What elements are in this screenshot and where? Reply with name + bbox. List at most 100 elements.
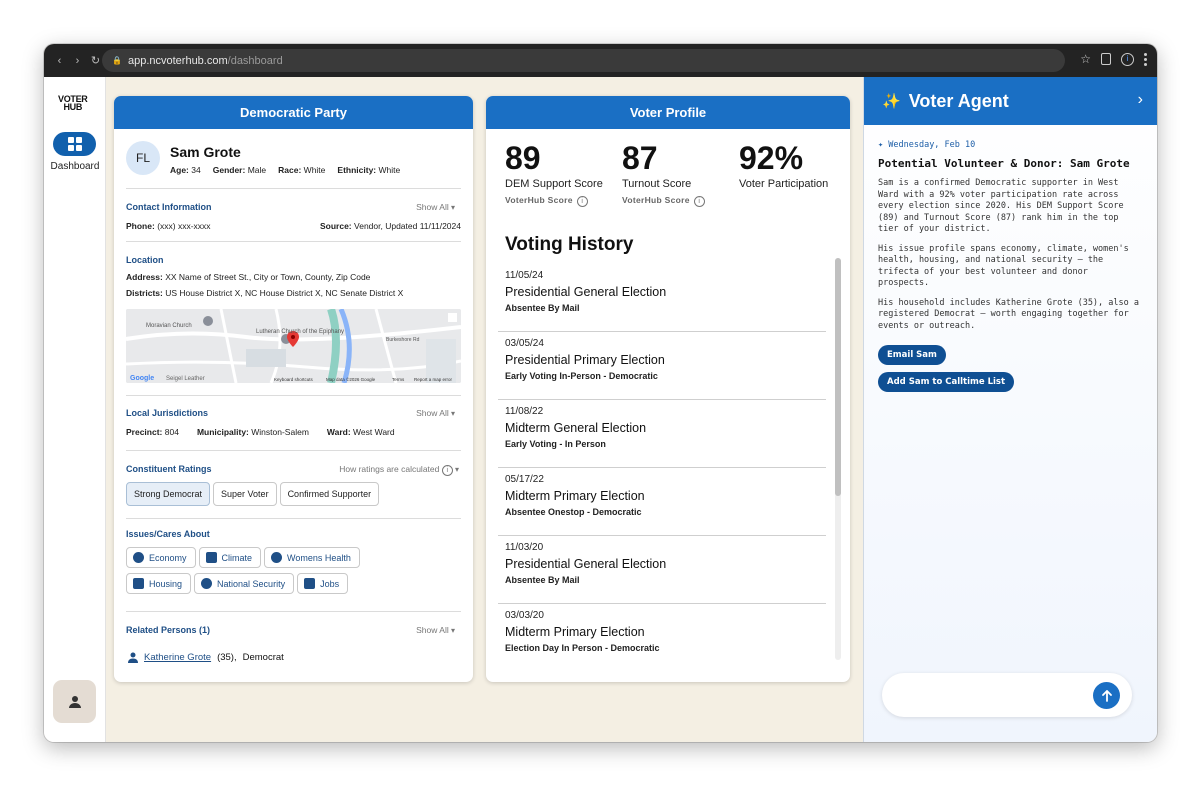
jurisdictions-row: Precinct: 804 Municipality: Winston-Sale…: [126, 427, 395, 437]
briefcase-icon: [304, 578, 316, 589]
voter-avatar: FL: [126, 141, 160, 175]
rating-super-voter[interactable]: Super Voter: [213, 482, 277, 506]
divider: [126, 188, 461, 189]
user-account-button[interactable]: [53, 680, 96, 723]
issue-womens-health[interactable]: Womens Health: [264, 547, 360, 568]
history-item: 05/17/22 Midterm Primary Election Absentee…: [498, 468, 826, 536]
map-footer-report[interactable]: Report a map error: [414, 377, 453, 382]
party-card: Democratic Party FL Sam Grote Age: 34 Ge…: [114, 96, 473, 682]
sidepanel-icon[interactable]: [1101, 53, 1111, 65]
forward-icon[interactable]: ›: [70, 55, 85, 67]
issue-climate[interactable]: Climate: [198, 547, 262, 568]
jurisdictions-section: Local Jurisdictions Show All Precinct: 8…: [126, 408, 461, 437]
score-source: VoterHub Score i: [505, 195, 603, 207]
agent-header: ✨ Voter Agent ›: [864, 77, 1157, 125]
map-label-church2: Lutheran Church of the Epiphany: [256, 329, 344, 335]
voter-participation: 92% Voter Participation: [739, 140, 828, 190]
map-label-church1: Moravian Church: [146, 323, 192, 329]
voter-agent-panel: ✨ Voter Agent › ✦ Wednesday, Feb 10 Pote…: [863, 77, 1157, 742]
divider: [126, 611, 461, 612]
related-person: Katherine Grote (35), Democrat: [128, 652, 284, 663]
divider: [126, 518, 461, 519]
voting-history-title: Voting History: [505, 234, 634, 255]
back-icon[interactable]: ‹: [52, 55, 67, 67]
map-footer-shortcuts[interactable]: Keyboard shortcuts: [274, 377, 314, 382]
jurisdictions-show-all[interactable]: Show All: [416, 408, 455, 418]
related-person-link[interactable]: Katherine Grote: [144, 652, 211, 663]
send-button[interactable]: [1093, 682, 1120, 709]
related-person-party: Democrat: [242, 652, 284, 663]
add-to-calltime-button[interactable]: Add Sam to Calltime List: [878, 372, 1015, 392]
rating-strong-democrat[interactable]: Strong Democrat: [126, 482, 211, 506]
dem-support-score: 89 DEM Support Score VoterHub Score i: [505, 140, 603, 207]
voterhub-logo[interactable]: VOTER HUB: [58, 95, 88, 112]
browser-window: ‹ › ↻ 🔒 app.ncvoterhub.com/dashboard ☆ i…: [44, 44, 1157, 742]
history-item: 11/03/20 Presidential General Election Abs…: [498, 536, 826, 604]
issue-economy[interactable]: Economy: [126, 547, 196, 568]
contact-show-all[interactable]: Show All: [416, 202, 455, 212]
rating-confirmed-supporter[interactable]: Confirmed Supporter: [279, 482, 380, 506]
municipality-value: Winston-Salem: [251, 427, 309, 437]
precinct-value: 804: [164, 427, 179, 437]
building-icon: [133, 578, 144, 589]
divider: [126, 241, 461, 242]
menu-icon[interactable]: [1144, 52, 1147, 66]
info-icon: i: [441, 465, 453, 476]
score-label: Turnout Score: [622, 178, 692, 190]
location-map[interactable]: Moravian Church Lutheran Church of the E…: [126, 309, 461, 383]
history-scrollbar[interactable]: [835, 258, 841, 660]
message-paragraph: Sam is a confirmed Democratic supporter …: [878, 178, 1124, 234]
url-path: /dashboard: [227, 54, 283, 67]
voter-profile-card: Voter Profile 89 DEM Support Score Voter…: [486, 96, 850, 682]
info-icon[interactable]: i: [576, 196, 588, 207]
issue-national-security[interactable]: National Security: [194, 573, 295, 594]
sparkle-icon: ✨: [882, 93, 901, 110]
collapse-chevron-icon[interactable]: ›: [1138, 91, 1143, 109]
scrollbar-thumb[interactable]: [835, 258, 841, 496]
issue-housing[interactable]: Housing: [126, 573, 192, 594]
score-value: 92%: [739, 140, 804, 176]
address-row: Address: XX Name of Street St., City or …: [126, 272, 371, 282]
map-label-road1: Burkeshore Rd: [386, 337, 420, 343]
divider: [126, 450, 461, 451]
demo-race: Race: White: [278, 165, 326, 175]
address-value: XX Name of Street St., City or Town, Cou…: [165, 272, 371, 282]
contact-title: Contact Information: [126, 202, 212, 212]
shield-icon: [201, 578, 213, 589]
issues-section: Issues/Cares About Economy Climate Womens …: [126, 529, 461, 599]
map-footer-terms[interactable]: Terms: [392, 377, 405, 382]
email-sam-button[interactable]: Email Sam: [878, 345, 946, 365]
map-fullscreen-icon[interactable]: [448, 313, 457, 322]
issues-list: Economy Climate Womens Health Housing Nation…: [126, 547, 396, 599]
ratings-list: Strong Democrat Super Voter Confirmed Supp…: [126, 482, 461, 506]
history-item: 03/05/24 Presidential Primary Election Ear…: [498, 332, 826, 400]
message-paragraph: His household includes Katherine Grote (…: [878, 297, 1139, 331]
extension-icon[interactable]: i: [1121, 52, 1134, 66]
score-label: DEM Support Score: [505, 178, 603, 190]
voting-history-list[interactable]: 11/05/24 Presidential General Election Abs…: [498, 264, 826, 660]
agent-title: Voter Agent: [908, 90, 1009, 111]
star-icon[interactable]: ☆: [1080, 52, 1091, 66]
phone-value: (xxx) xxx-xxxx: [157, 221, 211, 231]
message-date: ✦ Wednesday, Feb 10: [878, 140, 976, 150]
ratings-calc-link[interactable]: How ratings are calculated i: [339, 464, 459, 476]
dashboard-icon: [67, 137, 82, 151]
history-item: 11/05/24 Presidential General Election Abs…: [498, 264, 826, 332]
dashboard-button[interactable]: [53, 132, 96, 156]
contact-row: Phone: (xxx) xxx-xxxx Source: Vendor, Up…: [126, 221, 461, 231]
chat-input[interactable]: [882, 673, 1132, 717]
divider: [126, 395, 461, 396]
demo-ethnicity: Ethnicity: White: [337, 165, 401, 175]
info-icon[interactable]: i: [693, 196, 705, 207]
districts-value: US House District X, NC House District X…: [165, 288, 404, 298]
arrow-up-icon: [1101, 689, 1112, 702]
address-bar[interactable]: 🔒 app.ncvoterhub.com/dashboard: [102, 49, 1065, 72]
user-icon: [68, 695, 81, 708]
related-title: Related Persons (1): [126, 625, 211, 635]
issue-jobs[interactable]: Jobs: [297, 573, 349, 594]
related-show-all[interactable]: Show All: [416, 625, 455, 635]
dollar-icon: [133, 552, 144, 563]
reload-icon[interactable]: ↻: [88, 54, 103, 67]
score-value: 87: [622, 140, 658, 176]
related-person-age: (35),: [217, 652, 237, 663]
